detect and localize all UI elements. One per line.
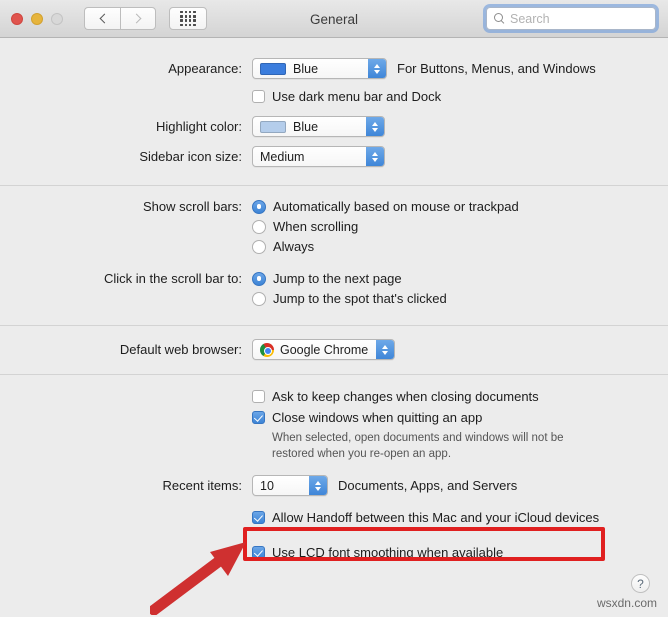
divider-3	[0, 374, 668, 375]
forward-button[interactable]	[120, 7, 156, 30]
highlight-color-value: Blue	[293, 119, 319, 134]
radio-when-scrolling[interactable]	[252, 219, 266, 234]
web-browser-stepper-arrows	[376, 340, 394, 359]
font-smoothing-checkbox-row[interactable]: Use LCD font smoothing when available	[252, 545, 503, 560]
zoom-window-button[interactable]	[51, 12, 63, 25]
scroll-bars-row-2: When scrolling	[0, 219, 668, 234]
chevron-right-icon	[131, 13, 142, 24]
handoff-row: Allow Handoff between this Mac and your …	[0, 510, 668, 525]
system-preferences-window: General Search Appearance: Blue For Butt…	[0, 0, 668, 617]
traffic-light-group	[11, 12, 63, 25]
close-windows-checkbox-row[interactable]: Close windows when quitting an app	[252, 410, 482, 425]
recent-items-value: 10	[260, 478, 274, 493]
watermark-text: wsxdn.com	[596, 596, 657, 610]
back-button[interactable]	[84, 7, 120, 30]
search-icon	[494, 13, 505, 24]
radio-next-page-label: Jump to the next page	[273, 271, 402, 286]
radio-next-page[interactable]	[252, 271, 266, 286]
handoff-label: Allow Handoff between this Mac and your …	[272, 510, 600, 526]
dark-mode-checkbox-row[interactable]: Use dark menu bar and Dock	[252, 89, 441, 104]
search-input[interactable]: Search	[486, 7, 656, 30]
recent-items-stepper-arrows	[309, 476, 327, 496]
close-windows-checkbox[interactable]	[252, 411, 265, 424]
close-window-button[interactable]	[11, 12, 23, 25]
handoff-checkbox-row[interactable]: Allow Handoff between this Mac and your …	[252, 510, 599, 525]
web-browser-label: Default web browser:	[119, 342, 242, 357]
highlight-color-row: Highlight color: Blue	[0, 116, 668, 137]
ask-keep-changes-row: Ask to keep changes when closing documen…	[0, 389, 668, 404]
appearance-popup-button[interactable]: Blue	[252, 58, 387, 79]
close-windows-row: Close windows when quitting an app	[0, 410, 668, 425]
appearance-label: Appearance:	[168, 61, 242, 76]
question-mark-icon: ?	[637, 576, 644, 591]
search-placeholder: Search	[510, 11, 550, 26]
ask-keep-changes-checkbox[interactable]	[252, 390, 265, 403]
sidebar-icon-size-label: Sidebar icon size:	[139, 149, 242, 164]
appearance-row: Appearance: Blue For Buttons, Menus, and…	[0, 58, 668, 79]
font-smoothing-row: Use LCD font smoothing when available	[0, 545, 668, 560]
radio-spot-clicked-label: Jump to the spot that's clicked	[273, 291, 447, 306]
close-windows-helper-line2: restored when you re-open an app.	[272, 447, 452, 460]
highlight-color-label: Highlight color:	[156, 119, 242, 134]
close-windows-helper-line1: When selected, open documents and window…	[272, 432, 564, 444]
preferences-content: Appearance: Blue For Buttons, Menus, and…	[0, 58, 668, 560]
recent-items-label: Recent items:	[162, 478, 242, 494]
sidebar-icon-size-popup-button[interactable]: Medium	[252, 146, 385, 167]
click-scroll-bar-row-2: Jump to the spot that's clicked	[0, 291, 668, 306]
appearance-value: Blue	[293, 61, 319, 76]
recent-items-row: Recent items: 10 Documents, Apps, and Se…	[0, 475, 668, 497]
highlight-color-popup-button[interactable]: Blue	[252, 116, 385, 137]
sidebar-stepper-arrows	[366, 147, 384, 166]
highlight-color-swatch	[260, 120, 286, 133]
recent-items-trailing-text: Documents, Apps, and Servers	[338, 478, 518, 494]
scroll-bars-option-always[interactable]: Always	[252, 239, 314, 254]
divider-1	[0, 185, 668, 186]
sidebar-icon-size-value: Medium	[260, 149, 305, 164]
ask-keep-changes-checkbox-row[interactable]: Ask to keep changes when closing documen…	[252, 389, 539, 404]
appearance-trailing-text: For Buttons, Menus, and Windows	[397, 61, 596, 76]
scroll-bars-row-3: Always	[0, 239, 668, 254]
close-windows-label: Close windows when quitting an app	[272, 410, 483, 425]
dark-mode-checkbox[interactable]	[252, 90, 265, 103]
help-button[interactable]: ?	[631, 574, 650, 593]
font-smoothing-label: Use LCD font smoothing when available	[272, 545, 504, 561]
radio-spot-clicked[interactable]	[252, 291, 266, 306]
dark-mode-row: Use dark menu bar and Dock	[0, 89, 668, 104]
appearance-stepper-arrows	[368, 59, 386, 78]
scroll-bars-label: Show scroll bars:	[143, 199, 242, 214]
radio-when-scrolling-label: When scrolling	[273, 219, 359, 234]
click-scroll-bar-row: Click in the scroll bar to: Jump to the …	[0, 271, 668, 286]
web-browser-popup-button[interactable]: Google Chrome	[252, 339, 395, 360]
grid-icon	[180, 10, 196, 27]
highlight-stepper-arrows	[366, 117, 384, 136]
web-browser-value: Google Chrome	[280, 342, 369, 357]
minimize-window-button[interactable]	[31, 12, 43, 25]
chrome-icon	[260, 342, 274, 357]
radio-always[interactable]	[252, 239, 266, 254]
scroll-bars-option-auto[interactable]: Automatically based on mouse or trackpad	[252, 199, 519, 214]
scroll-bars-row: Show scroll bars: Automatically based on…	[0, 199, 668, 214]
font-smoothing-checkbox[interactable]	[252, 546, 265, 560]
close-windows-helper-row: When selected, open documents and window…	[0, 431, 668, 462]
window-titlebar: General Search	[0, 0, 668, 38]
chevron-left-icon	[99, 13, 109, 24]
divider-2	[0, 325, 668, 326]
radio-always-label: Always	[273, 239, 315, 254]
sidebar-icon-size-row: Sidebar icon size: Medium	[0, 146, 668, 167]
scroll-bars-option-when-scrolling[interactable]: When scrolling	[252, 219, 358, 234]
click-scroll-option-next-page[interactable]: Jump to the next page	[252, 271, 402, 286]
appearance-color-swatch	[260, 62, 286, 75]
show-all-preferences-button[interactable]	[169, 7, 207, 30]
click-scroll-option-spot-clicked[interactable]: Jump to the spot that's clicked	[252, 291, 447, 306]
click-scroll-bar-label: Click in the scroll bar to:	[104, 271, 242, 286]
radio-auto[interactable]	[252, 199, 266, 214]
navigation-buttons	[84, 7, 156, 30]
web-browser-row: Default web browser: Google Chrome	[0, 339, 668, 360]
recent-items-popup-button[interactable]: 10	[252, 475, 328, 497]
handoff-checkbox[interactable]	[252, 511, 265, 525]
search-field-wrapper: Search	[483, 4, 659, 33]
ask-keep-changes-label: Ask to keep changes when closing documen…	[272, 389, 539, 404]
radio-auto-label: Automatically based on mouse or trackpad	[273, 199, 519, 214]
dark-mode-label: Use dark menu bar and Dock	[272, 89, 442, 104]
